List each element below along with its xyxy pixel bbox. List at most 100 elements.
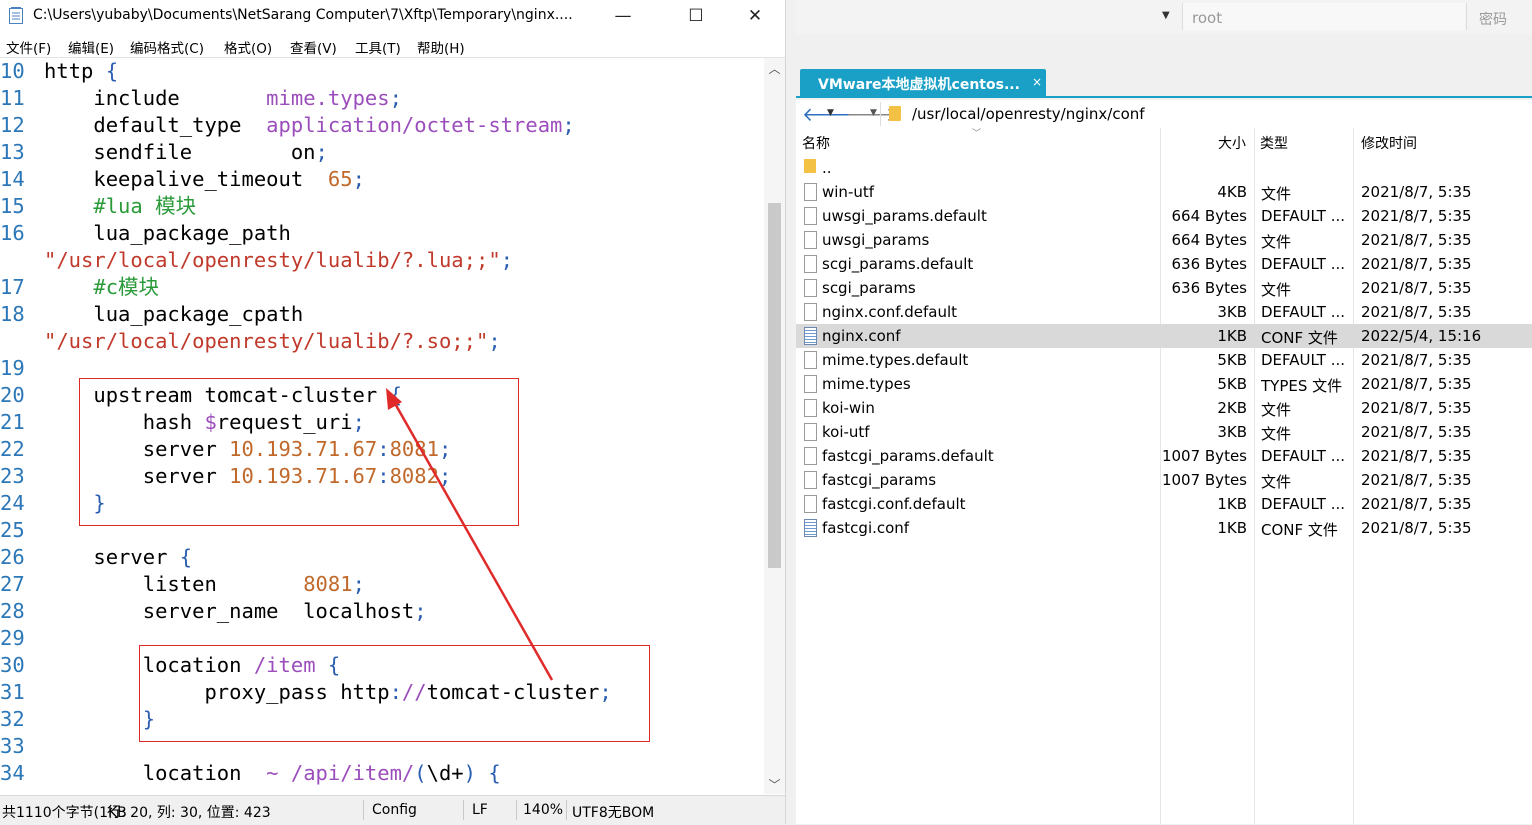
code-text: #lua 模块	[44, 193, 196, 220]
window-title: C:\Users\yubaby\Documents\NetSarang Comp…	[33, 7, 573, 23]
column-mtime[interactable]: 修改时间	[1361, 133, 1417, 153]
scroll-thumb[interactable]	[768, 203, 781, 568]
file-row[interactable]: win-utf 4KB 文件 2021/8/7, 5:35	[796, 180, 1532, 204]
file-type: 文件	[1261, 281, 1292, 299]
code-token: ;	[500, 248, 513, 272]
file-type: TYPES 文件	[1261, 377, 1343, 395]
file-row[interactable]: uwsgi_params 664 Bytes 文件 2021/8/7, 5:35	[796, 228, 1532, 252]
host-dropdown-icon[interactable]: ▼	[1162, 10, 1170, 21]
file-row[interactable]: scgi_params.default 636 Bytes DEFAULT ... 2…	[796, 252, 1532, 276]
back-dropdown-icon[interactable]: ▼	[827, 108, 834, 118]
code-text: keepalive_timeout 65;	[44, 166, 365, 193]
column-size[interactable]: 大小	[1218, 133, 1246, 153]
menu-item[interactable]: 帮助(H)	[417, 37, 465, 57]
file-icon	[804, 279, 817, 297]
file-type: CONF 文件	[1261, 329, 1338, 347]
code-text: default_type application/octet-stream;	[44, 112, 574, 139]
file-row[interactable]: scgi_params 636 Bytes 文件 2021/8/7, 5:35	[796, 276, 1532, 300]
code-token: ) {	[463, 761, 501, 785]
status-encoding[interactable]: UTF8无BOM	[572, 802, 654, 822]
code-token: ;	[389, 86, 402, 110]
file-row[interactable]: mime.types 5KB TYPES 文件 2021/8/7, 5:35	[796, 372, 1532, 396]
minimize-button[interactable]: —	[600, 0, 646, 32]
text-editor-window: C:\Users\yubaby\Documents\NetSarang Comp…	[0, 0, 785, 825]
file-icon	[804, 495, 817, 513]
status-zoom[interactable]: 140%	[523, 802, 563, 818]
line-number: 33	[0, 734, 25, 758]
file-icon	[804, 375, 817, 393]
code-text: server_name localhost;	[44, 598, 427, 625]
code-token: location	[44, 761, 267, 785]
status-syntax[interactable]: Config	[372, 802, 417, 818]
file-row[interactable]: fastcgi_params 1007 Bytes 文件 2021/8/7, 5:35	[796, 468, 1532, 492]
menu-bar: 文件(F) 编辑(E) 编码格式(C) 格式(O) 查看(V) 工具(T) 帮助(H)	[0, 34, 785, 58]
file-list-header: 名称 ﹀ 大小 类型 修改时间	[796, 128, 1532, 156]
file-list[interactable]: 名称 ﹀ 大小 类型 修改时间 .. win-utf 4KB 文件 2021/8/7, …	[796, 128, 1532, 824]
menu-item[interactable]: 文件(F)	[6, 37, 51, 57]
menu-item[interactable]: 格式(O)	[224, 37, 272, 57]
maximize-button[interactable]: ☐	[673, 0, 719, 32]
file-row[interactable]: uwsgi_params.default 664 Bytes DEFAULT ...…	[796, 204, 1532, 228]
file-row[interactable]: fastcgi_params.default 1007 Bytes DEFAULT …	[796, 444, 1532, 468]
line-number: 28	[0, 599, 25, 623]
file-name: fastcgi_params	[822, 471, 937, 489]
code-token: ~ /api/item/	[266, 761, 415, 785]
file-icon	[804, 471, 817, 489]
file-type: 文件	[1261, 185, 1292, 203]
scroll-up-icon[interactable]: ︿	[764, 58, 785, 78]
title-bar[interactable]: C:\Users\yubaby\Documents\NetSarang Comp…	[0, 0, 785, 32]
file-icon	[804, 423, 817, 441]
file-row[interactable]: fastcgi.conf.default 1KB DEFAULT ... 2021/8…	[796, 492, 1532, 516]
forward-dropdown-icon[interactable]: ▼	[870, 108, 877, 118]
line-number: 22	[0, 437, 25, 461]
file-type: 文件	[1261, 425, 1292, 443]
status-eol[interactable]: LF	[472, 802, 488, 818]
username-field[interactable]: root	[1182, 3, 1465, 30]
file-mtime: 2022/5/4, 15:16	[1361, 327, 1482, 345]
code-text: include mime.types;	[44, 85, 402, 112]
password-placeholder: 密码	[1479, 12, 1507, 28]
file-icon	[804, 519, 817, 537]
file-name: koi-utf	[822, 423, 870, 441]
scroll-down-icon[interactable]: ﹀	[764, 774, 785, 794]
file-row[interactable]: nginx.conf 1KB CONF 文件 2022/5/4, 15:16	[796, 324, 1532, 348]
tab-close-icon[interactable]: ×	[1032, 75, 1042, 89]
file-name: fastcgi_params.default	[822, 447, 994, 465]
menu-item[interactable]: 编辑(E)	[68, 37, 114, 57]
file-size: 3KB	[1217, 303, 1247, 321]
code-token: ;	[414, 599, 427, 623]
column-type[interactable]: 类型	[1260, 133, 1288, 153]
code-token: lua_package_cpath	[44, 302, 304, 326]
file-size: 3KB	[1217, 423, 1247, 441]
vertical-scrollbar[interactable]: ︿ ﹀	[764, 58, 785, 794]
file-row[interactable]: koi-win 2KB 文件 2021/8/7, 5:35	[796, 396, 1532, 420]
file-type: DEFAULT ...	[1261, 447, 1346, 465]
code-text: http {	[44, 58, 118, 85]
path-input[interactable]: /usr/local/openresty/nginx/conf	[912, 105, 1145, 123]
file-size: 1KB	[1217, 327, 1247, 345]
line-number: 16	[0, 221, 25, 245]
tab-session[interactable]: VMware本地虚拟机centos... ×	[800, 69, 1046, 97]
file-mtime: 2021/8/7, 5:35	[1361, 423, 1472, 441]
line-number: 32	[0, 707, 25, 731]
file-row[interactable]: ..	[796, 156, 1532, 180]
file-row[interactable]: mime.types.default 5KB DEFAULT ... 2021/8/7…	[796, 348, 1532, 372]
file-row[interactable]: koi-utf 3KB 文件 2021/8/7, 5:35	[796, 420, 1532, 444]
file-type: 文件	[1261, 401, 1292, 419]
file-name: ..	[822, 159, 832, 177]
code-text: lua_package_cpath	[44, 301, 303, 328]
code-token: {	[179, 545, 193, 569]
menu-item[interactable]: 工具(T)	[355, 37, 401, 57]
password-field[interactable]: 密码	[1466, 3, 1532, 30]
menu-item[interactable]: 编码格式(C)	[130, 37, 204, 57]
file-icon	[804, 447, 817, 465]
column-name[interactable]: 名称	[802, 133, 830, 153]
file-row[interactable]: nginx.conf.default 3KB DEFAULT ... 2021/8/7…	[796, 300, 1532, 324]
code-token: server	[44, 545, 180, 569]
file-icon	[804, 207, 817, 225]
file-size: 1KB	[1217, 519, 1247, 537]
close-button[interactable]: ✕	[732, 0, 778, 32]
folder-icon	[804, 159, 816, 173]
file-row[interactable]: fastcgi.conf 1KB CONF 文件 2021/8/7, 5:35	[796, 516, 1532, 540]
menu-item[interactable]: 查看(V)	[290, 37, 337, 57]
